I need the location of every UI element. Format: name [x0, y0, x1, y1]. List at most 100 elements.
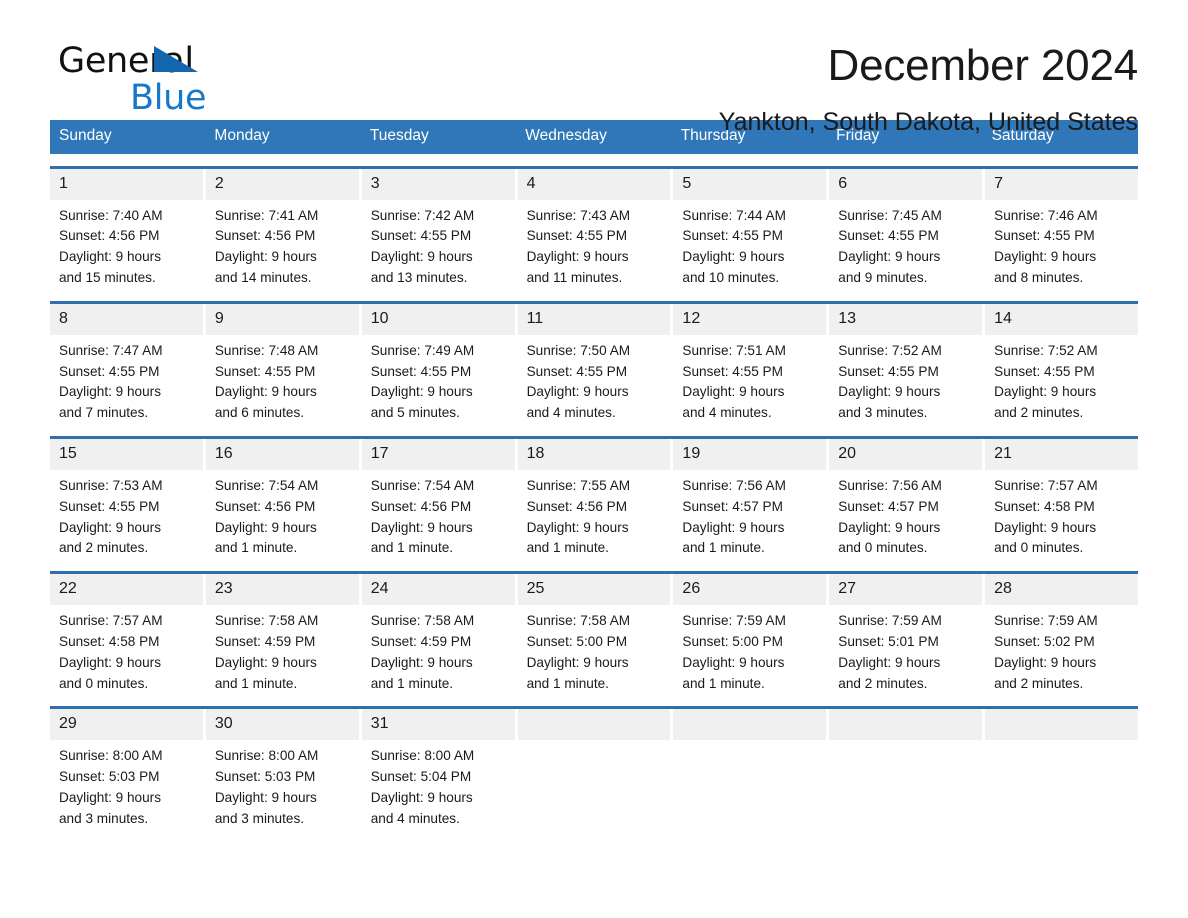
sunrise-text: Sunrise: 7:59 AM	[994, 613, 1098, 629]
weekday-header-wednesday: Wednesday	[525, 127, 607, 144]
daylight-text-cont: and 1 minute.	[214, 540, 298, 556]
daylight-text-cont: and 5 minutes.	[370, 405, 460, 421]
sunset-text: Sunset: 4:55 PM	[682, 228, 783, 244]
sunrise-text: Sunrise: 7:43 AM	[526, 207, 631, 223]
sunrise-text: Sunrise: 7:56 AM	[682, 477, 786, 493]
sunrise-text: Sunrise: 7:54 AM	[214, 477, 319, 493]
sunset-text: Sunset: 4:55 PM	[214, 363, 316, 379]
day-number[interactable]: 29	[50, 709, 203, 741]
day-number[interactable]: 1	[50, 168, 203, 200]
day-number[interactable]: 20	[829, 438, 983, 470]
day-number[interactable]: 30	[205, 709, 359, 741]
daylight-text-cont: and 1 minute.	[214, 675, 298, 691]
day-number[interactable]: 2	[205, 168, 359, 200]
sunset-text: Sunset: 4:58 PM	[59, 633, 160, 649]
sunrise-text: Sunrise: 7:59 AM	[838, 613, 942, 629]
day-number[interactable]: 23	[205, 574, 359, 606]
sunset-text: Sunset: 5:02 PM	[994, 633, 1095, 649]
day-cell-empty	[673, 740, 826, 829]
day-number[interactable]: 3	[361, 168, 515, 200]
sunrise-text: Sunrise: 7:58 AM	[214, 613, 319, 629]
daylight-text-cont: and 1 minute.	[526, 540, 609, 556]
day-number[interactable]: 19	[673, 438, 827, 470]
day-number[interactable]: 28	[985, 574, 1138, 606]
sunset-text: Sunset: 4:55 PM	[370, 363, 472, 379]
daylight-text: Daylight: 9 hours	[526, 249, 629, 265]
day-number[interactable]: 11	[517, 303, 671, 335]
day-cell: Sunrise: 7:41 AM Sunset: 4:56 PM Dayligh…	[206, 200, 359, 289]
sunrise-text: Sunrise: 7:52 AM	[838, 342, 942, 358]
day-number[interactable]: 22	[50, 574, 203, 606]
day-cell: Sunrise: 7:56 AM Sunset: 4:57 PM Dayligh…	[673, 470, 826, 559]
day-cell: Sunrise: 8:00 AM Sunset: 5:03 PM Dayligh…	[206, 740, 359, 829]
day-number[interactable]: 17	[361, 438, 515, 470]
daylight-text-cont: and 1 minute.	[682, 540, 765, 556]
daylight-text-cont: and 1 minute.	[370, 540, 454, 556]
day-number-band: 8 9 10 11 12 13 14	[50, 303, 1138, 335]
day-cell: Sunrise: 8:00 AM Sunset: 5:04 PM Dayligh…	[362, 740, 515, 829]
sunset-text: Sunset: 4:58 PM	[994, 498, 1095, 514]
day-number[interactable]: 4	[517, 168, 671, 200]
daylight-text: Daylight: 9 hours	[59, 384, 162, 400]
sunset-text: Sunset: 4:56 PM	[59, 228, 160, 244]
daylight-text-cont: and 8 minutes.	[994, 269, 1084, 285]
day-number[interactable]: 21	[985, 438, 1138, 470]
page-subtitle: Yankton, South Dakota, United States	[718, 108, 1138, 136]
daylight-text: Daylight: 9 hours	[59, 249, 162, 265]
daylight-text: Daylight: 9 hours	[526, 654, 629, 670]
sunset-text: Sunset: 4:55 PM	[838, 228, 939, 244]
day-cell: Sunrise: 7:51 AM Sunset: 4:55 PM Dayligh…	[673, 335, 826, 424]
sunset-text: Sunset: 4:55 PM	[526, 363, 628, 379]
sunset-text: Sunset: 5:03 PM	[214, 769, 316, 785]
day-cell: Sunrise: 7:40 AM Sunset: 4:56 PM Dayligh…	[50, 200, 203, 289]
day-cell: Sunrise: 7:52 AM Sunset: 4:55 PM Dayligh…	[829, 335, 982, 424]
day-number[interactable]: 9	[205, 303, 359, 335]
sunrise-text: Sunrise: 7:52 AM	[994, 342, 1098, 358]
day-number[interactable]: 15	[50, 438, 203, 470]
daylight-text-cont: and 0 minutes.	[994, 540, 1084, 556]
day-number[interactable]: 13	[829, 303, 983, 335]
day-number[interactable]: 7	[985, 168, 1138, 200]
day-number[interactable]: 14	[985, 303, 1138, 335]
day-cell: Sunrise: 7:50 AM Sunset: 4:55 PM Dayligh…	[518, 335, 671, 424]
calendar-page: General Blue December 2024 Yankton, Sout…	[0, 0, 1188, 918]
daylight-text: Daylight: 9 hours	[214, 519, 317, 535]
day-cell: Sunrise: 7:58 AM Sunset: 5:00 PM Dayligh…	[518, 605, 671, 694]
daylight-text: Daylight: 9 hours	[214, 654, 317, 670]
daylight-text-cont: and 9 minutes.	[838, 269, 928, 285]
day-cell: Sunrise: 7:58 AM Sunset: 4:59 PM Dayligh…	[206, 605, 359, 694]
daylight-text-cont: and 2 minutes.	[994, 405, 1084, 421]
sunset-text: Sunset: 4:55 PM	[838, 363, 939, 379]
sunset-text: Sunset: 4:57 PM	[682, 498, 783, 514]
sunrise-text: Sunrise: 7:58 AM	[370, 613, 475, 629]
daylight-text: Daylight: 9 hours	[59, 654, 162, 670]
day-number[interactable]: 5	[673, 168, 827, 200]
daylight-text-cont: and 1 minute.	[526, 675, 609, 691]
sunrise-text: Sunrise: 8:00 AM	[214, 748, 319, 764]
sunrise-text: Sunrise: 7:53 AM	[59, 477, 163, 493]
day-number[interactable]: 31	[361, 709, 515, 741]
sunrise-text: Sunrise: 7:40 AM	[59, 207, 163, 223]
day-cell: Sunrise: 7:59 AM Sunset: 5:01 PM Dayligh…	[829, 605, 982, 694]
daylight-text: Daylight: 9 hours	[370, 519, 473, 535]
sunset-text: Sunset: 4:56 PM	[214, 228, 316, 244]
day-number[interactable]: 18	[517, 438, 671, 470]
daylight-text: Daylight: 9 hours	[838, 249, 941, 265]
day-number[interactable]: 16	[205, 438, 359, 470]
day-number[interactable]: 12	[673, 303, 827, 335]
sunset-text: Sunset: 4:55 PM	[682, 363, 783, 379]
daylight-text-cont: and 2 minutes.	[59, 540, 149, 556]
weekday-header-tuesday: Tuesday	[369, 127, 429, 144]
day-number[interactable]: 10	[361, 303, 515, 335]
sunset-text: Sunset: 4:56 PM	[370, 498, 472, 514]
day-cell: Sunrise: 7:55 AM Sunset: 4:56 PM Dayligh…	[518, 470, 671, 559]
day-cell: Sunrise: 7:48 AM Sunset: 4:55 PM Dayligh…	[206, 335, 359, 424]
day-number[interactable]: 8	[50, 303, 203, 335]
day-number[interactable]: 26	[673, 574, 827, 606]
day-cell: Sunrise: 7:54 AM Sunset: 4:56 PM Dayligh…	[362, 470, 515, 559]
day-number[interactable]: 6	[829, 168, 983, 200]
day-number[interactable]: 27	[829, 574, 983, 606]
day-number[interactable]: 25	[517, 574, 671, 606]
day-number[interactable]: 24	[361, 574, 515, 606]
sunrise-text: Sunrise: 7:45 AM	[838, 207, 942, 223]
